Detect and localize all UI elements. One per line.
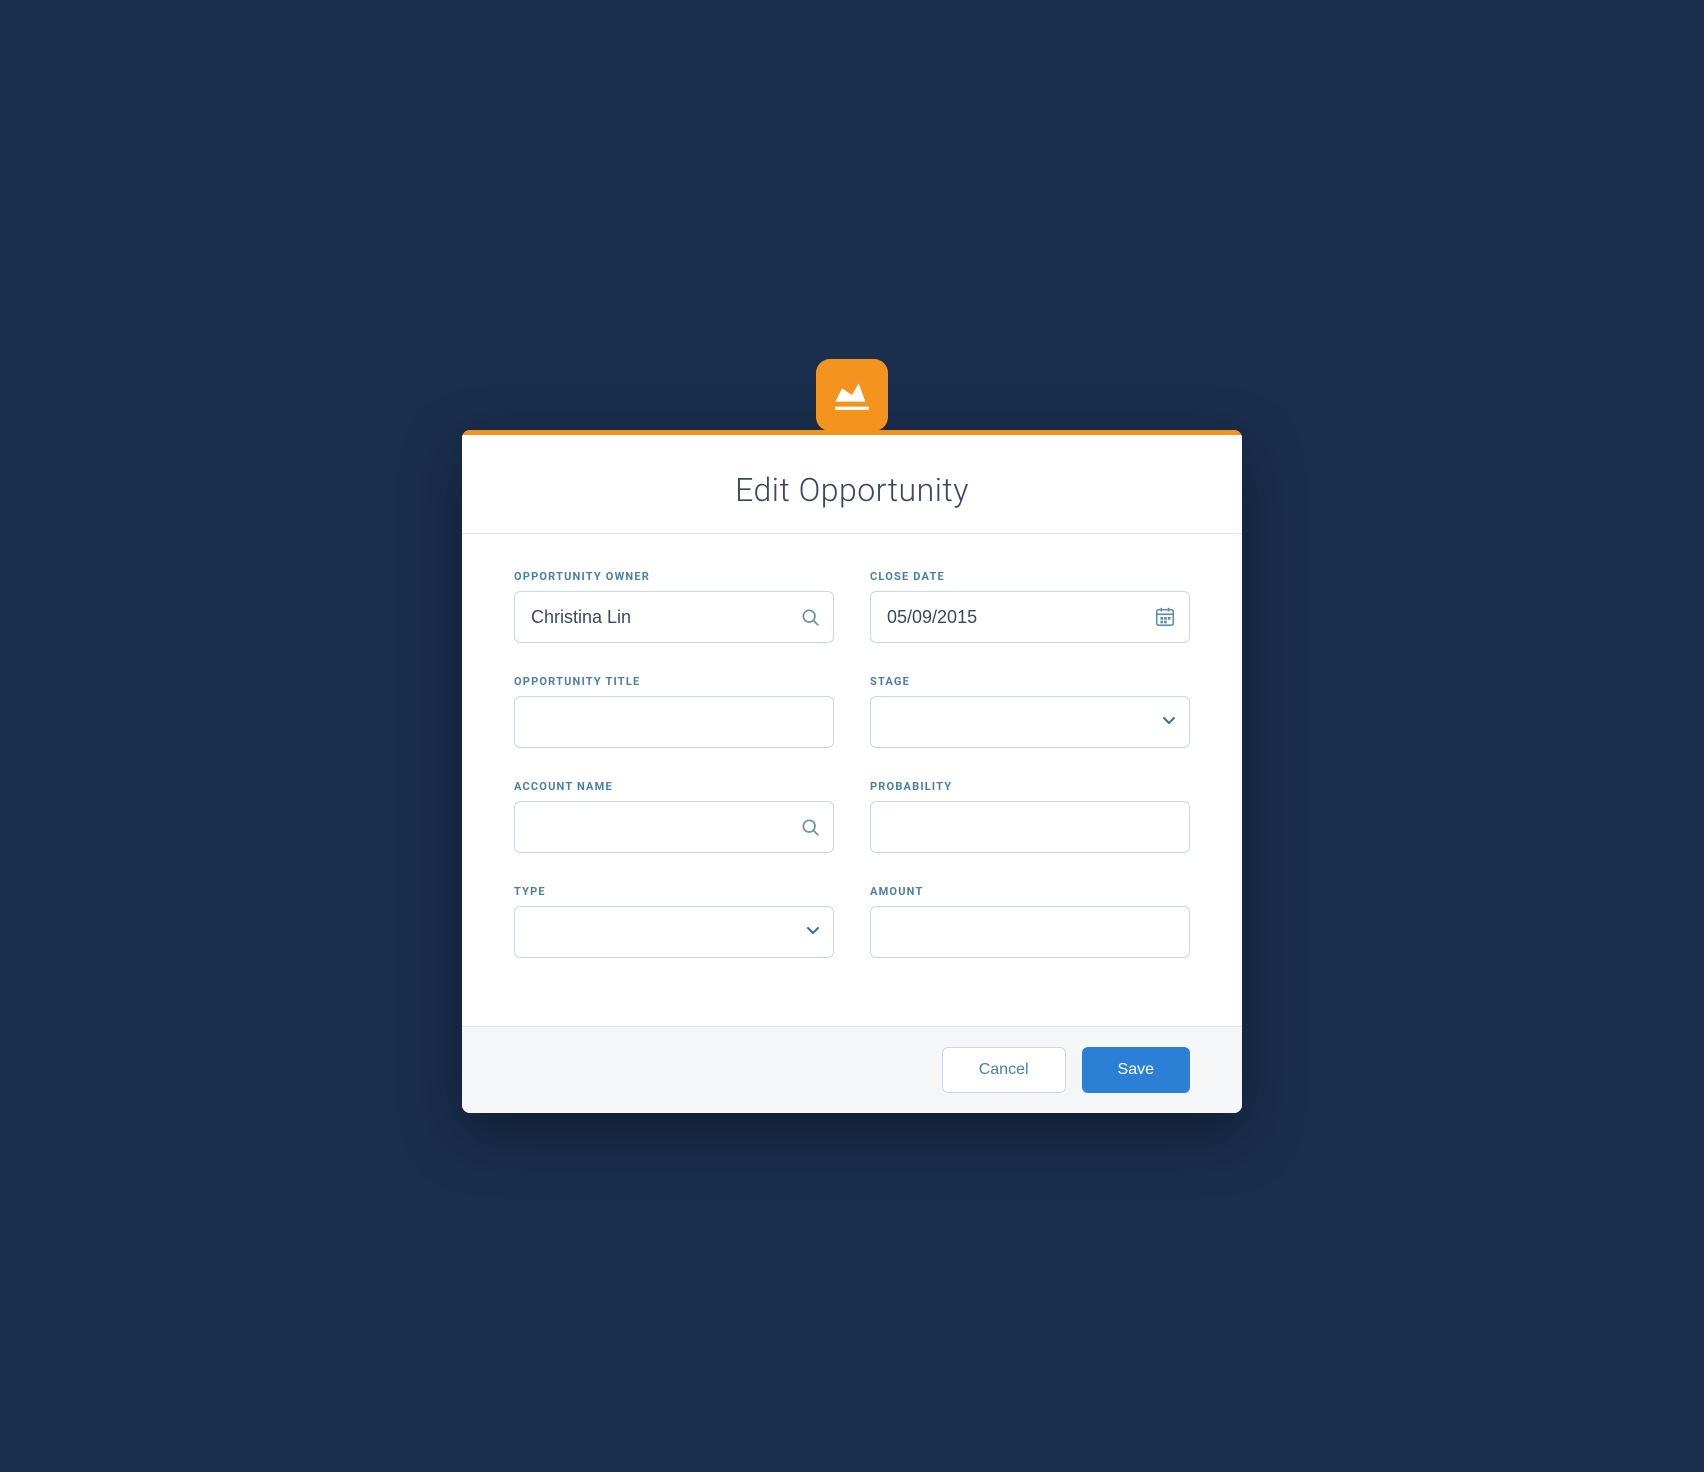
opportunity-title-label: OPPORTUNITY TITLE — [514, 675, 834, 688]
opportunity-owner-input[interactable] — [514, 591, 834, 643]
account-name-input-wrapper — [514, 801, 834, 853]
crown-badge — [816, 359, 888, 431]
close-date-label: CLOSE DATE — [870, 570, 1190, 583]
modal-wrapper: Edit Opportunity OPPORTUNITY OWNER — [462, 359, 1242, 1113]
opportunity-owner-label: OPPORTUNITY OWNER — [514, 570, 834, 583]
amount-input-wrapper — [870, 906, 1190, 958]
form-group-close-date: CLOSE DATE — [870, 570, 1190, 643]
modal-body: OPPORTUNITY OWNER CLOSE DATE — [462, 534, 1242, 1026]
probability-label: PROBABILITY — [870, 780, 1190, 793]
save-button[interactable]: Save — [1082, 1047, 1190, 1093]
account-name-label: ACCOUNT NAME — [514, 780, 834, 793]
modal-footer: Cancel Save — [462, 1026, 1242, 1113]
form-group-stage: STAGE Prospecting Qualification Needs An… — [870, 675, 1190, 748]
page-title: Edit Opportunity — [502, 471, 1202, 509]
type-select[interactable]: New Business Existing Business Renewal — [514, 906, 834, 958]
probability-input[interactable] — [870, 801, 1190, 853]
account-name-input[interactable] — [514, 801, 834, 853]
type-label: TYPE — [514, 885, 834, 898]
stage-label: STAGE — [870, 675, 1190, 688]
stage-select[interactable]: Prospecting Qualification Needs Analysis… — [870, 696, 1190, 748]
form-group-account-name: ACCOUNT NAME — [514, 780, 834, 853]
amount-input[interactable] — [870, 906, 1190, 958]
form-row-4: TYPE New Business Existing Business Rene… — [514, 885, 1190, 958]
amount-label: AMOUNT — [870, 885, 1190, 898]
form-row-1: OPPORTUNITY OWNER CLOSE DATE — [514, 570, 1190, 643]
modal-container: Edit Opportunity OPPORTUNITY OWNER — [462, 430, 1242, 1113]
crown-icon-wrapper — [816, 359, 888, 431]
cancel-button[interactable]: Cancel — [942, 1047, 1066, 1093]
form-group-opportunity-title: OPPORTUNITY TITLE — [514, 675, 834, 748]
stage-select-wrapper: Prospecting Qualification Needs Analysis… — [870, 696, 1190, 748]
form-group-amount: AMOUNT — [870, 885, 1190, 958]
type-select-wrapper: New Business Existing Business Renewal — [514, 906, 834, 958]
probability-input-wrapper — [870, 801, 1190, 853]
form-group-probability: PROBABILITY — [870, 780, 1190, 853]
modal-header: Edit Opportunity — [462, 435, 1242, 534]
crown-icon — [832, 375, 872, 415]
opportunity-title-input[interactable] — [514, 696, 834, 748]
close-date-input-wrapper — [870, 591, 1190, 643]
form-group-type: TYPE New Business Existing Business Rene… — [514, 885, 834, 958]
close-date-input[interactable] — [870, 591, 1190, 643]
form-row-2: OPPORTUNITY TITLE STAGE Prospecting Qual… — [514, 675, 1190, 748]
form-group-opportunity-owner: OPPORTUNITY OWNER — [514, 570, 834, 643]
opportunity-owner-input-wrapper — [514, 591, 834, 643]
opportunity-title-input-wrapper — [514, 696, 834, 748]
form-row-3: ACCOUNT NAME PROBABILITY — [514, 780, 1190, 853]
